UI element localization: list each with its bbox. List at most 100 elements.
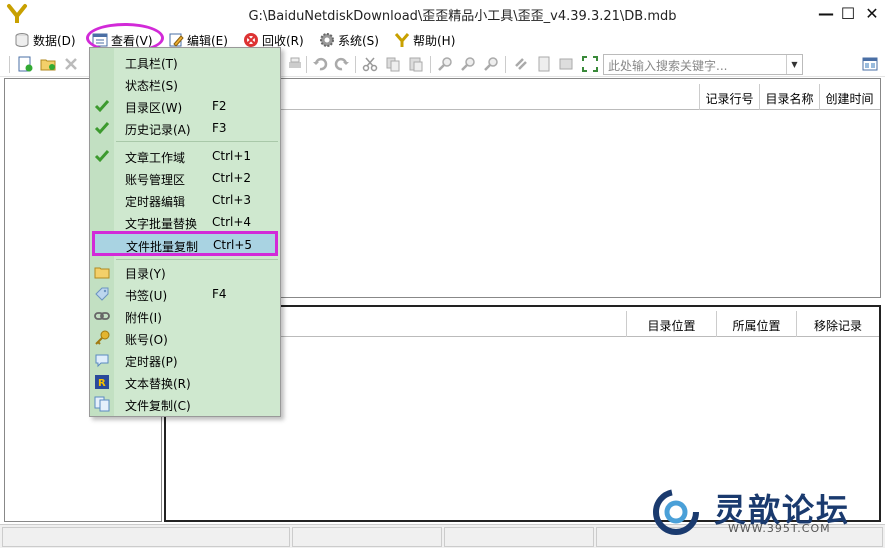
menu-item-directory-area[interactable]: 目录区(W) F2 [90, 95, 280, 117]
menu-item-account-management[interactable]: 账号管理区 Ctrl+2 [90, 167, 280, 189]
menu-item-label: 历史记录(A) [125, 123, 191, 137]
status-cell [2, 527, 290, 547]
menu-item-toolbar[interactable]: 工具栏(T) [90, 51, 280, 73]
menu-item-label: 定时器(P) [125, 355, 178, 369]
print-icon[interactable] [287, 56, 303, 72]
check-icon [94, 150, 110, 163]
column-header[interactable]: 目录名称 [759, 84, 819, 110]
menu-help-label: 帮助(H) [413, 33, 456, 48]
menu-item-shortcut: Ctrl+3 [212, 193, 252, 207]
menu-item-label: 目录(Y) [125, 267, 166, 281]
column-header[interactable]: 目录位置 [626, 311, 716, 337]
menu-edit-label: 编辑(E) [187, 33, 228, 48]
document-icon[interactable] [536, 56, 552, 72]
menu-item-shortcut: F3 [212, 121, 227, 135]
search-input[interactable]: 此处输入搜索关键字... ▼ [603, 54, 803, 75]
menu-separator [116, 259, 278, 260]
menu-item-label: 书签(U) [125, 289, 168, 303]
menu-item-statusbar[interactable]: 状态栏(S) [90, 73, 280, 95]
copy-icon[interactable] [385, 56, 401, 72]
status-cell [292, 527, 442, 547]
search-placeholder: 此处输入搜索关键字... [608, 59, 728, 73]
check-icon [94, 100, 110, 113]
menu-item-shortcut: Ctrl+4 [212, 215, 252, 229]
menu-item-label: 文字批量替换 [125, 217, 198, 231]
column-header[interactable]: 记录行号 [699, 84, 759, 110]
menu-item-file-copy[interactable]: 文件复制(C) [90, 393, 280, 415]
gear-icon [320, 33, 334, 47]
column-header[interactable]: 所属位置 [716, 311, 796, 337]
menu-item-bookmark[interactable]: 书签(U) F4 [90, 283, 280, 305]
menu-item-label: 账号(O) [125, 333, 168, 347]
menu-data[interactable]: 数据(D) [14, 30, 76, 50]
view-dropdown-menu: 工具栏(T) 状态栏(S) 目录区(W) F2 历史记录(A) F3 文章工作域… [89, 47, 281, 417]
find-prev-icon[interactable] [483, 56, 499, 72]
menu-view-label: 查看(V) [111, 33, 153, 48]
bookmark-icon [95, 287, 109, 301]
menu-item-shortcut: Ctrl+2 [212, 171, 252, 185]
toolbar-separator [505, 56, 506, 73]
toolbar-separator [306, 56, 307, 73]
menu-system[interactable]: 系统(S) [319, 30, 379, 50]
find-icon[interactable] [437, 56, 453, 72]
menu-item-label: 工具栏(T) [125, 57, 178, 71]
new-file-icon[interactable] [17, 56, 33, 72]
close-button[interactable]: ✕ [861, 2, 883, 24]
view-icon [92, 33, 108, 47]
help-icon [394, 33, 410, 47]
toolbar-separator [430, 56, 431, 73]
menu-item-shortcut: Ctrl+5 [213, 238, 253, 252]
menu-item-label: 目录区(W) [125, 101, 183, 115]
paste-icon[interactable] [408, 56, 424, 72]
forum-logo-icon [653, 489, 699, 535]
key-icon [95, 330, 110, 345]
menu-item-label: 定时器编辑 [125, 195, 186, 209]
layout-icon[interactable] [862, 56, 878, 72]
menu-item-label: 状态栏(S) [125, 79, 178, 93]
menu-item-label: 文章工作域 [125, 151, 186, 165]
menu-data-label: 数据(D) [33, 33, 76, 48]
menu-item-directory[interactable]: 目录(Y) [90, 261, 280, 283]
menu-item-label: 附件(I) [125, 311, 162, 325]
menu-item-article-workspace[interactable]: 文章工作域 Ctrl+1 [90, 145, 280, 167]
database-icon [15, 33, 29, 47]
fullscreen-icon[interactable] [582, 56, 598, 72]
text-replace-icon: R [95, 375, 109, 389]
menu-item-shortcut: Ctrl+1 [212, 149, 252, 163]
column-header[interactable]: 移除记录 [796, 311, 879, 337]
folder-icon [94, 267, 110, 279]
redo-icon[interactable] [334, 56, 350, 72]
menu-item-history[interactable]: 历史记录(A) F3 [90, 117, 280, 139]
menu-item-timer[interactable]: 定时器(P) [90, 349, 280, 371]
check-icon [94, 122, 110, 135]
link-icon[interactable] [513, 56, 529, 72]
menu-item-batch-file-copy[interactable]: 文件批量复制 Ctrl+5 [92, 233, 278, 255]
status-cell [444, 527, 594, 547]
search-dropdown-button[interactable]: ▼ [786, 55, 802, 74]
find-next-icon[interactable] [460, 56, 476, 72]
maximize-button[interactable]: ☐ [837, 2, 859, 24]
delete-icon[interactable] [63, 56, 79, 72]
menu-item-timer-edit[interactable]: 定时器编辑 Ctrl+3 [90, 189, 280, 211]
menu-help[interactable]: 帮助(H) [394, 30, 455, 50]
menu-item-label: 文本替换(R) [125, 377, 191, 391]
edit-icon [169, 33, 184, 47]
column-header[interactable]: 创建时间 [819, 84, 879, 110]
svg-text:R: R [98, 378, 106, 389]
menu-item-batch-text-replace[interactable]: 文字批量替换 Ctrl+4 [90, 211, 280, 233]
export-icon[interactable] [558, 56, 574, 72]
minimize-button[interactable]: — [815, 2, 837, 24]
menu-item-text-replace[interactable]: R 文本替换(R) [90, 371, 280, 393]
menu-item-account[interactable]: 账号(O) [90, 327, 280, 349]
menu-item-shortcut: F4 [212, 287, 227, 301]
new-folder-icon[interactable] [40, 56, 56, 72]
menu-recycle-label: 回收(R) [262, 33, 304, 48]
cut-icon[interactable] [362, 56, 378, 72]
menu-item-label: 文件批量复制 [126, 240, 199, 254]
toolbar-separator [355, 56, 356, 73]
undo-icon[interactable] [312, 56, 328, 72]
menu-item-attachment[interactable]: 附件(I) [90, 305, 280, 327]
title-bar: G:\BaiduNetdiskDownload\歪歪精品小工具\歪歪_v4.39… [0, 0, 885, 28]
window-title: G:\BaiduNetdiskDownload\歪歪精品小工具\歪歪_v4.39… [248, 9, 677, 24]
forum-watermark: 灵歆论坛 WWW.395T.COM [650, 482, 882, 542]
